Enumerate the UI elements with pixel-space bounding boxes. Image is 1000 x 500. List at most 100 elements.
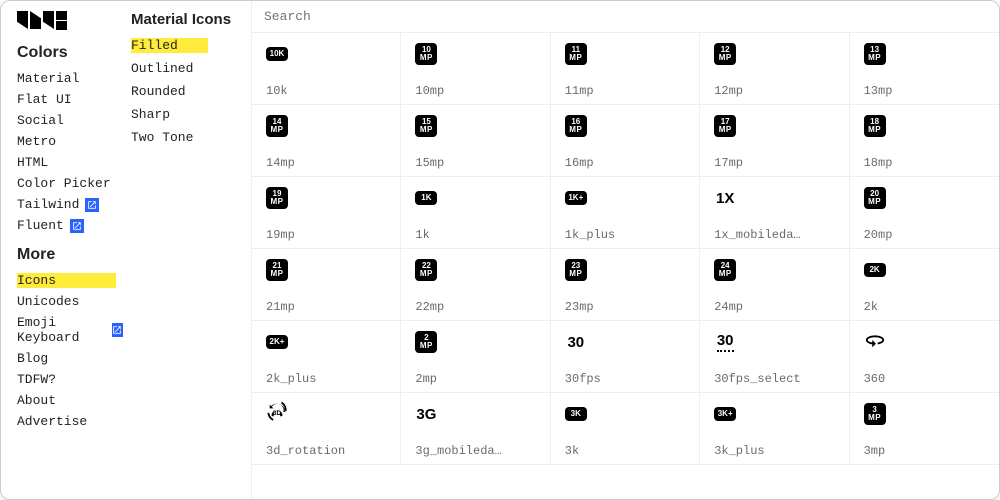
icon-label: 2mp xyxy=(415,372,535,386)
sidebar-item-material[interactable]: Material xyxy=(17,68,123,89)
icon-cell-23mp[interactable]: 23MP23mp xyxy=(551,249,700,321)
sidebar-item-flat-ui[interactable]: Flat UI xyxy=(17,89,123,110)
search-wrap xyxy=(252,1,999,32)
icon-cell-3mp[interactable]: 3MP3mp xyxy=(850,393,999,465)
18mp-icon: 18MP xyxy=(864,115,886,137)
icon-cell-21mp[interactable]: 21MP21mp xyxy=(252,249,401,321)
style-sharp[interactable]: Sharp xyxy=(131,103,243,126)
search-input[interactable] xyxy=(264,9,987,24)
icon-cell-24mp[interactable]: 24MP24mp xyxy=(700,249,849,321)
sidebar-item-metro[interactable]: Metro xyxy=(17,131,123,152)
icon-cell-2k-plus[interactable]: 2K+2k_plus xyxy=(252,321,401,393)
sidebar-item-color-picker[interactable]: Color Picker xyxy=(17,173,123,194)
sidebar-item-social[interactable]: Social xyxy=(17,110,123,131)
icon-cell-16mp[interactable]: 16MP 16mp xyxy=(551,105,700,177)
icon-cell-1k[interactable]: 1K 1k xyxy=(401,177,550,249)
style-label: Filled xyxy=(131,38,208,53)
style-label: Outlined xyxy=(131,61,193,76)
icon-cell-360[interactable]: 360 xyxy=(850,321,999,393)
more-header: More xyxy=(17,246,123,264)
16mp-icon: 16MP xyxy=(565,115,587,137)
sidebar-item-unicodes[interactable]: Unicodes xyxy=(17,291,123,312)
icon-cell-3g-mobileda-[interactable]: 3G 3g_mobileda… xyxy=(401,393,550,465)
icon-cell-30fps[interactable]: 3030fps xyxy=(551,321,700,393)
sidebar-item-blog[interactable]: Blog xyxy=(17,348,123,369)
icon-cell-22mp[interactable]: 22MP 22mp xyxy=(401,249,550,321)
icon-label: 10k xyxy=(266,84,386,98)
13mp-icon: 13MP xyxy=(864,43,886,65)
icon-label: 13mp xyxy=(864,84,985,98)
sidebar-item-advertise[interactable]: Advertise xyxy=(17,411,123,432)
1x_mobileda…-icon: 1X xyxy=(714,187,736,209)
icon-label: 22mp xyxy=(415,300,535,314)
3mp-icon: 3MP xyxy=(864,403,886,425)
icon-cell-1k-plus[interactable]: 1K+1k_plus xyxy=(551,177,700,249)
icon-cell-14mp[interactable]: 14MP14mp xyxy=(252,105,401,177)
icon-cell-12mp[interactable]: 12MP12mp xyxy=(700,33,849,105)
3g_mobileda…-icon: 3G xyxy=(415,403,437,425)
sidebar-item-emoji-keyboard[interactable]: Emoji Keyboard xyxy=(17,312,123,348)
3d_rotation-icon: 3D xyxy=(266,403,288,425)
sidebar-item-label: TDFW? xyxy=(17,372,56,387)
icon-cell-2k[interactable]: 2K2k xyxy=(850,249,999,321)
14mp-icon: 14MP xyxy=(266,115,288,137)
main-panel: 10K 10k 10MP10mp11MP11mp12MP12mp 13MP 13mp 14… xyxy=(251,1,999,499)
style-outlined[interactable]: Outlined xyxy=(131,57,243,80)
icon-label: 3k_plus xyxy=(714,444,834,458)
style-filled[interactable]: Filled xyxy=(131,34,243,57)
icon-cell-19mp[interactable]: 19MP19mp xyxy=(252,177,401,249)
icon-label: 17mp xyxy=(714,156,834,170)
sidebar-item-about[interactable]: About xyxy=(17,390,123,411)
2mp-icon: 2MP xyxy=(415,331,437,353)
sidebar-item-label: About xyxy=(17,393,56,408)
sidebar-item-html[interactable]: HTML xyxy=(17,152,123,173)
icon-cell-15mp[interactable]: 15MP15mp xyxy=(401,105,550,177)
logo[interactable] xyxy=(17,11,123,30)
icon-label: 3g_mobileda… xyxy=(415,444,535,458)
icon-cell-3k[interactable]: 3K3k xyxy=(551,393,700,465)
icon-grid-scroll[interactable]: 10K 10k 10MP10mp11MP11mp12MP12mp 13MP 13mp 14… xyxy=(252,32,999,499)
icon-cell-10mp[interactable]: 10MP10mp xyxy=(401,33,550,105)
24mp-icon: 24MP xyxy=(714,259,736,281)
style-two-tone[interactable]: Two Tone xyxy=(131,126,243,149)
10k-icon: 10K xyxy=(266,43,288,65)
icon-label: 1k xyxy=(415,228,535,242)
10mp-icon: 10MP xyxy=(415,43,437,65)
sidebar-item-label: Fluent xyxy=(17,218,64,233)
icon-cell-3k-plus[interactable]: 3K+ 3k_plus xyxy=(700,393,849,465)
icon-cell-20mp[interactable]: 20MP20mp xyxy=(850,177,999,249)
22mp-icon: 22MP xyxy=(415,259,437,281)
style-rounded[interactable]: Rounded xyxy=(131,80,243,103)
external-link-icon xyxy=(112,323,123,337)
icon-cell-1x-mobileda-[interactable]: 1X1x_mobileda… xyxy=(700,177,849,249)
icon-cell-30fps-select[interactable]: 3030fps_select xyxy=(700,321,849,393)
17mp-icon: 17MP xyxy=(714,115,736,137)
1k_plus-icon: 1K+ xyxy=(565,187,587,209)
styles-header: Material Icons xyxy=(131,11,243,28)
icon-cell-3d-rotation[interactable]: 3D3d_rotation xyxy=(252,393,401,465)
more-list: IconsUnicodesEmoji Keyboard Blog TDFW? Abou… xyxy=(17,270,123,432)
icon-cell-10k[interactable]: 10K 10k xyxy=(252,33,401,105)
colors-list: MaterialFlat UISocialMetroHTMLColor Pick… xyxy=(17,68,123,236)
sidebar-item-tdfw-[interactable]: TDFW? xyxy=(17,369,123,390)
sidebar-item-label: Blog xyxy=(17,351,48,366)
sidebar-item-icons[interactable]: Icons xyxy=(17,270,123,291)
19mp-icon: 19MP xyxy=(266,187,288,209)
1k-icon: 1K xyxy=(415,187,437,209)
icon-label: 15mp xyxy=(415,156,535,170)
external-link-icon xyxy=(85,198,99,212)
12mp-icon: 12MP xyxy=(714,43,736,65)
icon-label: 20mp xyxy=(864,228,985,242)
icon-cell-11mp[interactable]: 11MP11mp xyxy=(551,33,700,105)
icon-cell-18mp[interactable]: 18MP 18mp xyxy=(850,105,999,177)
icon-cell-17mp[interactable]: 17MP 17mp xyxy=(700,105,849,177)
sidebar-item-tailwind[interactable]: Tailwind xyxy=(17,194,123,215)
icon-label: 16mp xyxy=(565,156,685,170)
icon-cell-13mp[interactable]: 13MP 13mp xyxy=(850,33,999,105)
3k-icon: 3K xyxy=(565,403,587,425)
sidebar-item-fluent[interactable]: Fluent xyxy=(17,215,123,236)
icon-cell-2mp[interactable]: 2MP 2mp xyxy=(401,321,550,393)
3k_plus-icon: 3K+ xyxy=(714,403,736,425)
icon-label: 18mp xyxy=(864,156,985,170)
primary-sidebar: Colors MaterialFlat UISocialMetroHTMLCol… xyxy=(1,1,131,499)
